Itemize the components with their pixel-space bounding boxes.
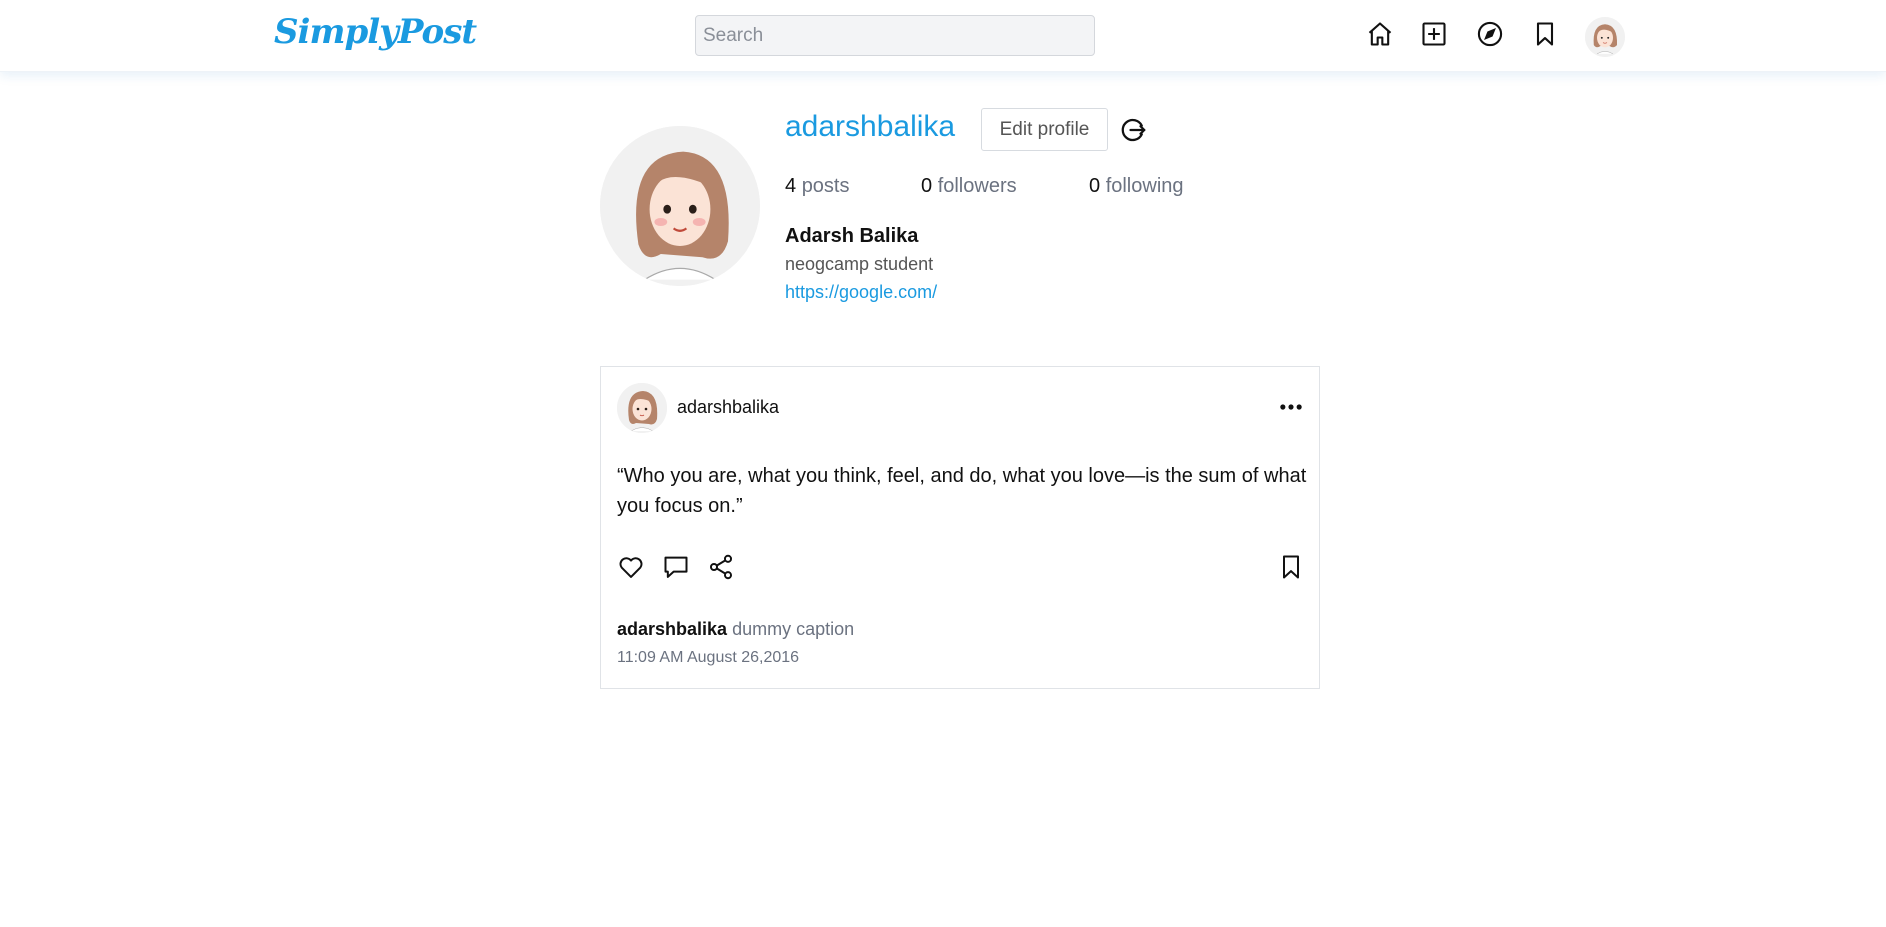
stat-followers-label: followers	[937, 175, 1017, 197]
logo[interactable]: SimplyPost	[274, 12, 477, 52]
stat-followers-count: 0	[921, 175, 933, 197]
post-card: adarshbalika “Who you are, what you thin…	[600, 366, 1320, 689]
like-icon[interactable]	[617, 553, 645, 581]
save-post-icon[interactable]	[1277, 553, 1305, 581]
profile-full-name: Adarsh Balika	[785, 225, 919, 247]
search-input[interactable]	[695, 15, 1095, 56]
comment-icon[interactable]	[662, 553, 690, 581]
caption-text: dummy caption	[732, 619, 855, 639]
post-content: “Who you are, what you think, feel, and …	[617, 465, 1307, 517]
explore-icon[interactable]	[1476, 20, 1504, 48]
post-author-name[interactable]: adarshbalika	[677, 397, 779, 418]
share-icon[interactable]	[707, 553, 735, 581]
post-caption: adarshbalika dummy caption	[617, 619, 854, 640]
profile-bio: neogcamp student	[785, 254, 934, 274]
stat-posts-label: posts	[801, 175, 850, 197]
stat-posts[interactable]: 4 posts	[785, 175, 850, 198]
profile-username: adarshbalika	[785, 110, 956, 143]
home-icon[interactable]	[1366, 20, 1394, 48]
more-options-icon[interactable]	[1277, 393, 1305, 421]
post-timestamp: 11:09 AM August 26,2016	[617, 649, 800, 666]
edit-profile-button[interactable]: Edit profile	[981, 108, 1108, 151]
stat-following[interactable]: 0 following	[1089, 175, 1184, 198]
stat-posts-count: 4	[785, 175, 797, 197]
avatar[interactable]	[1585, 17, 1625, 57]
navbar: SimplyPost	[0, 0, 1886, 72]
stat-following-label: following	[1105, 175, 1184, 197]
bookmark-icon[interactable]	[1531, 20, 1559, 48]
stat-followers[interactable]: 0 followers	[921, 175, 1017, 198]
add-post-icon[interactable]	[1420, 20, 1448, 48]
profile-avatar	[600, 126, 760, 286]
post-author-avatar[interactable]	[617, 383, 667, 433]
profile-website-link[interactable]: https://google.com/	[785, 282, 937, 303]
stat-following-count: 0	[1089, 175, 1101, 197]
caption-username[interactable]: adarshbalika	[617, 619, 727, 639]
logout-icon[interactable]	[1118, 115, 1148, 145]
